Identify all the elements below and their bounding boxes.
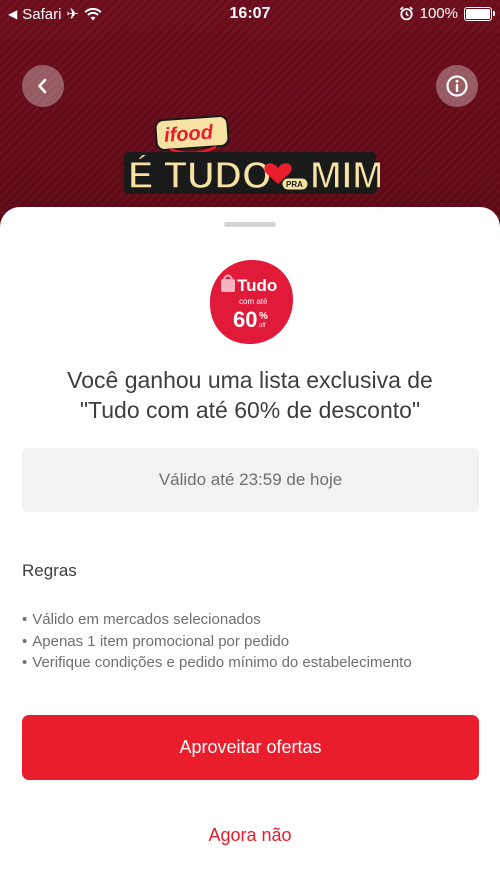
offer-bottom-sheet: Tudo com até 60 % off Você ganhou uma li… — [0, 207, 500, 889]
not-now-link[interactable]: Agora não — [0, 825, 500, 846]
rules-list: Válido em mercados selecionados Apenas 1… — [22, 609, 412, 674]
back-button[interactable] — [22, 65, 64, 107]
rule-item: Apenas 1 item promocional por pedido — [22, 631, 412, 653]
validity-text: Válido até 23:59 de hoje — [158, 470, 343, 489]
svg-text:ifood: ifood — [163, 122, 214, 147]
rules-heading: Regras — [22, 561, 77, 580]
svg-text:com até: com até — [239, 297, 268, 306]
svg-text:MIM: MIM — [310, 155, 380, 197]
alarm-icon — [399, 6, 413, 21]
info-icon — [446, 75, 468, 97]
offer-title-line-1: Você ganhou uma lista exclusiva de — [67, 367, 433, 393]
svg-text:É TUDO: É TUDO — [128, 153, 272, 197]
svg-text:PRA: PRA — [286, 180, 303, 189]
enjoy-offers-button[interactable]: Aproveitar ofertas — [22, 715, 479, 780]
info-button[interactable] — [436, 65, 478, 107]
status-right: 100% — [399, 5, 495, 22]
svg-text:Tudo: Tudo — [237, 276, 277, 295]
svg-text:off: off — [259, 323, 266, 329]
rule-item: Válido em mercados selecionados — [22, 609, 412, 631]
battery-percent: 100% — [419, 5, 458, 22]
validity-box: Válido até 23:59 de hoje — [22, 448, 479, 512]
discount-badge-image: Tudo com até 60 % off — [209, 260, 294, 345]
offer-title: Você ganhou uma lista exclusiva de "Tudo… — [20, 365, 480, 425]
campaign-logo: ifood É TUDO PRA MIM — [124, 115, 380, 198]
offer-title-line-2: "Tudo com até 60% de desconto" — [79, 397, 421, 423]
svg-text:%: % — [259, 311, 268, 322]
battery-icon — [464, 6, 495, 21]
sheet-drag-handle[interactable] — [224, 222, 276, 227]
status-bar: ◀ Safari ✈ 16:07 100% — [0, 0, 500, 28]
rule-item: Verifique condições e pedido mínimo do e… — [22, 652, 411, 674]
svg-text:60: 60 — [233, 307, 257, 332]
chevron-left-icon — [38, 78, 47, 94]
